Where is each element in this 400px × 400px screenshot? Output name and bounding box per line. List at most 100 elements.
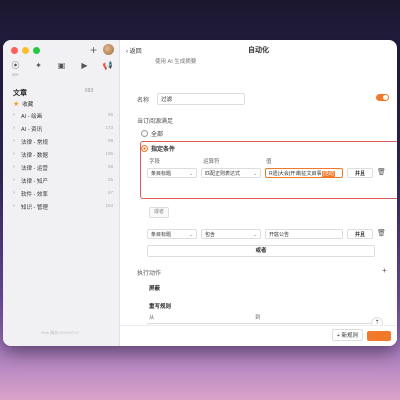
chevron-right-icon: › [13,203,15,209]
bottom-bar: + 新规则 [120,325,397,346]
trash-icon[interactable]: 🗑 [377,168,386,176]
column-operator-header: 运算符 [203,159,220,165]
zoom-window-button[interactable] [33,47,40,54]
operator-select-value: 包含 [205,232,216,238]
category-count: 173 [105,125,113,130]
or-button[interactable]: 或者 [147,245,375,257]
category-label: 法律 - 数据 [21,153,48,159]
close-window-button[interactable] [11,47,18,54]
field-select[interactable]: 条目标题 ⌄ [147,229,197,239]
category-label: AI - 资讯 [21,127,43,133]
operator-select[interactable]: 包含 ⌄ [201,229,261,239]
form-scroll[interactable]: 使用 AI 生成摘要 名称 过滤 当订阅源满足 全部 指定条件 字段 运算符 值… [127,57,397,346]
image-icon[interactable]: ▣ [55,61,68,79]
operator-select[interactable]: 匹配正则表达式 ⌄ [201,168,261,178]
field-select-value: 条目标题 [151,232,172,238]
source-type-bar: ⦿ 99+ ✦ ▣ ▶ 📢 [9,61,114,79]
value-input[interactable]: R遗|大会|开课|征文启事|活动 [265,168,343,178]
video-icon[interactable]: ▶ [78,61,91,79]
and-button[interactable]: 并且 [347,229,373,239]
sidebar-category[interactable]: › 软件 - 效率 57 [13,190,113,198]
rule-toggle[interactable] [376,94,389,101]
chevron-right-icon: › [13,125,15,131]
category-count: 55 [107,112,113,117]
sidebar-category[interactable]: › 知识 - 管理 104 [13,203,113,211]
operator-select-value: 匹配正则表达式 [205,171,241,177]
chevron-down-icon: ⌄ [188,232,193,238]
condition-label: 当订阅源满足 [137,119,174,125]
block-label: 屏蔽 [149,286,161,292]
category-count: 26 [107,177,113,182]
new-rule-button[interactable]: + 新规则 [331,329,363,341]
category-label: 知识 - 管理 [21,205,48,211]
category-count: 99 [107,138,113,143]
sidebar-footer: Web 服务 2021/07/17 [41,330,80,335]
sidebar-category[interactable]: › AI - 绘画 55 [13,112,113,120]
category-count: 104 [105,203,113,208]
chevron-right-icon: › [13,190,15,196]
and-button[interactable]: 并且 [347,168,373,178]
category-count: 106 [105,151,113,156]
sidebar-category[interactable]: › 法律 - 知产 26 [13,177,113,185]
star-icon: ★ [13,101,20,108]
field-select[interactable]: 条目标题 ⌄ [147,168,197,178]
favorites-label: 收藏 [22,102,34,108]
name-label: 名称 [137,98,150,104]
radio-all[interactable]: 全部 [141,129,163,138]
sidebar-category[interactable]: › AI - 资讯 173 [13,125,113,133]
rss-badge: 99+ [12,72,19,77]
trash-icon[interactable]: 🗑 [377,229,386,237]
sidebar-category[interactable]: › 法律 - 数据 106 [13,151,113,159]
category-label: 法律 - 知产 [21,179,48,185]
sidebar: + ⦿ 99+ ✦ ▣ ▶ 📢 文章 683 ★ 收藏 › AI - 绘画 55 › A… [3,40,120,346]
chevron-right-icon: › [13,164,15,170]
sidebar-category[interactable]: › 法律 - 运营 58 [13,164,113,172]
category-count: 57 [107,190,113,195]
value-input-text: 开庭公告 [269,232,290,238]
rewrite-label: 重写规则 [149,304,172,310]
or-small-button[interactable]: 或者 [149,207,169,218]
category-label: 法律 - 运营 [21,166,48,172]
to-label: 到 [255,315,261,321]
previous-rule-text: 使用 AI 生成摘要 [155,59,197,65]
radio-specified-label: 指定条件 [151,147,176,153]
value-input[interactable]: 开庭公告 [265,229,343,239]
twitter-icon[interactable]: ✦ [32,61,45,79]
chevron-down-icon: ⌄ [252,232,257,238]
sidebar-category[interactable]: › 法律 - 常规 99 [13,138,113,146]
category-label: AI - 绘画 [21,114,43,120]
articles-count: 683 [85,88,94,94]
actions-label: 执行动作 [137,271,162,277]
chevron-down-icon: ⌄ [252,171,257,177]
articles-heading: 文章 [13,90,27,97]
add-action-icon[interactable]: + [382,266,387,275]
category-label: 法律 - 常规 [21,140,48,146]
radio-specified[interactable]: 指定条件 [141,144,175,153]
chevron-right-icon: › [13,177,15,183]
value-input-text: R遗|大会|开课|征文启事 [269,171,322,177]
chevron-right-icon: › [13,112,15,118]
column-value-header: 值 [266,159,272,165]
add-icon[interactable]: + [90,43,97,57]
field-select-value: 条目标题 [151,171,172,177]
chevron-right-icon: › [13,151,15,157]
from-label: 从 [149,315,155,321]
column-field-header: 字段 [149,159,161,165]
category-label: 软件 - 效率 [21,192,48,198]
avatar[interactable] [103,44,114,55]
name-field[interactable]: 过滤 [157,93,245,105]
category-count: 58 [107,164,113,169]
page-title: 自动化 [248,47,269,54]
radio-specified-dot [141,145,148,152]
minimize-window-button[interactable] [22,47,29,54]
radio-all-label: 全部 [151,132,164,138]
chevron-down-icon: ⌄ [188,171,193,177]
sidebar-item-favorites[interactable]: ★ 收藏 [13,100,33,108]
window-controls [11,47,40,54]
radio-all-dot [141,130,148,137]
megaphone-icon[interactable]: 📢 [101,61,114,79]
automation-panel: ‹ 返回 自动化 使用 AI 生成摘要 名称 过滤 当订阅源满足 全部 指定条件… [120,40,397,346]
save-button[interactable] [367,331,391,341]
rss-icon[interactable]: ⦿ 99+ [9,61,22,79]
app-window: + ⦿ 99+ ✦ ▣ ▶ 📢 文章 683 ★ 收藏 › AI - 绘画 55 › A… [3,40,397,346]
